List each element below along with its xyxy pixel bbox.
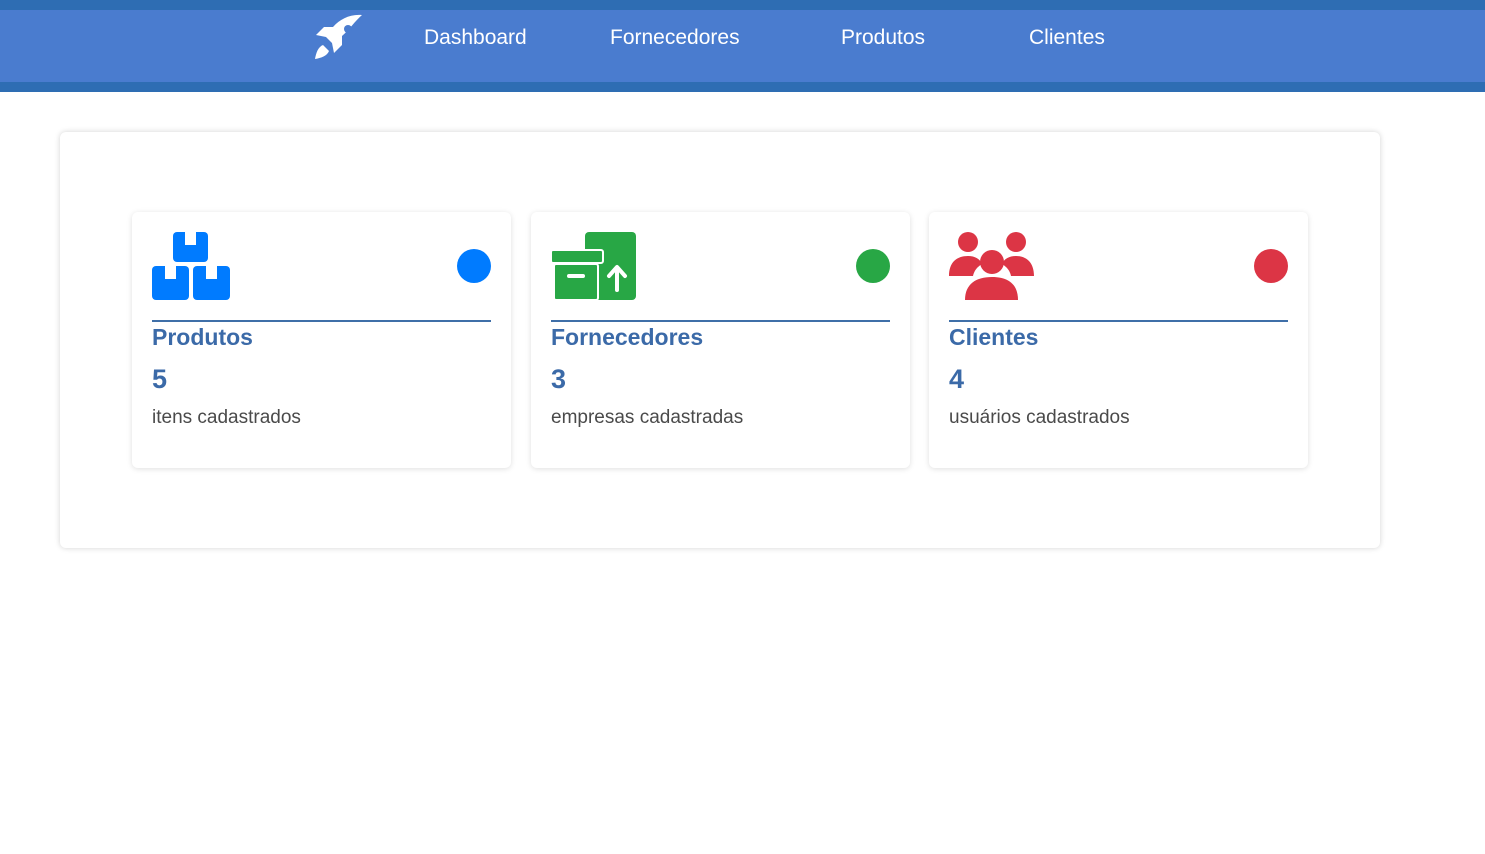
dashboard-panel: Produtos 5 itens cadastrados Fornecedore… xyxy=(60,132,1380,548)
nav-link-fornecedores[interactable]: Fornecedores xyxy=(610,26,740,50)
card-title: Fornecedores xyxy=(551,324,704,350)
status-dot xyxy=(1254,249,1288,283)
boxes-icon xyxy=(152,232,242,300)
nav-link-dashboard[interactable]: Dashboard xyxy=(424,26,527,50)
nav-link-clientes[interactable]: Clientes xyxy=(1029,26,1105,50)
card-clientes[interactable]: Clientes 4 usuários cadastrados xyxy=(929,212,1308,468)
card-description: usuários cadastrados xyxy=(949,407,1130,428)
users-icon xyxy=(949,232,1039,300)
card-count: 4 xyxy=(949,364,965,394)
status-dot xyxy=(457,249,491,283)
divider xyxy=(949,320,1288,322)
card-description: empresas cadastradas xyxy=(551,407,744,428)
card-produtos[interactable]: Produtos 5 itens cadastrados xyxy=(132,212,511,468)
card-description: itens cadastrados xyxy=(152,407,301,428)
status-dot xyxy=(856,249,890,283)
divider xyxy=(551,320,890,322)
card-title: Clientes xyxy=(949,324,1039,350)
rocket-icon[interactable] xyxy=(312,13,366,65)
card-count: 5 xyxy=(152,364,168,394)
card-fornecedores[interactable]: Fornecedores 3 empresas cadastradas xyxy=(531,212,910,468)
navbar: Dashboard Fornecedores Produtos Clientes xyxy=(0,0,1485,92)
divider xyxy=(152,320,491,322)
nav-link-produtos[interactable]: Produtos xyxy=(841,26,925,50)
archive-upload-icon xyxy=(550,232,641,301)
card-count: 3 xyxy=(551,364,567,394)
card-title: Produtos xyxy=(152,324,253,350)
